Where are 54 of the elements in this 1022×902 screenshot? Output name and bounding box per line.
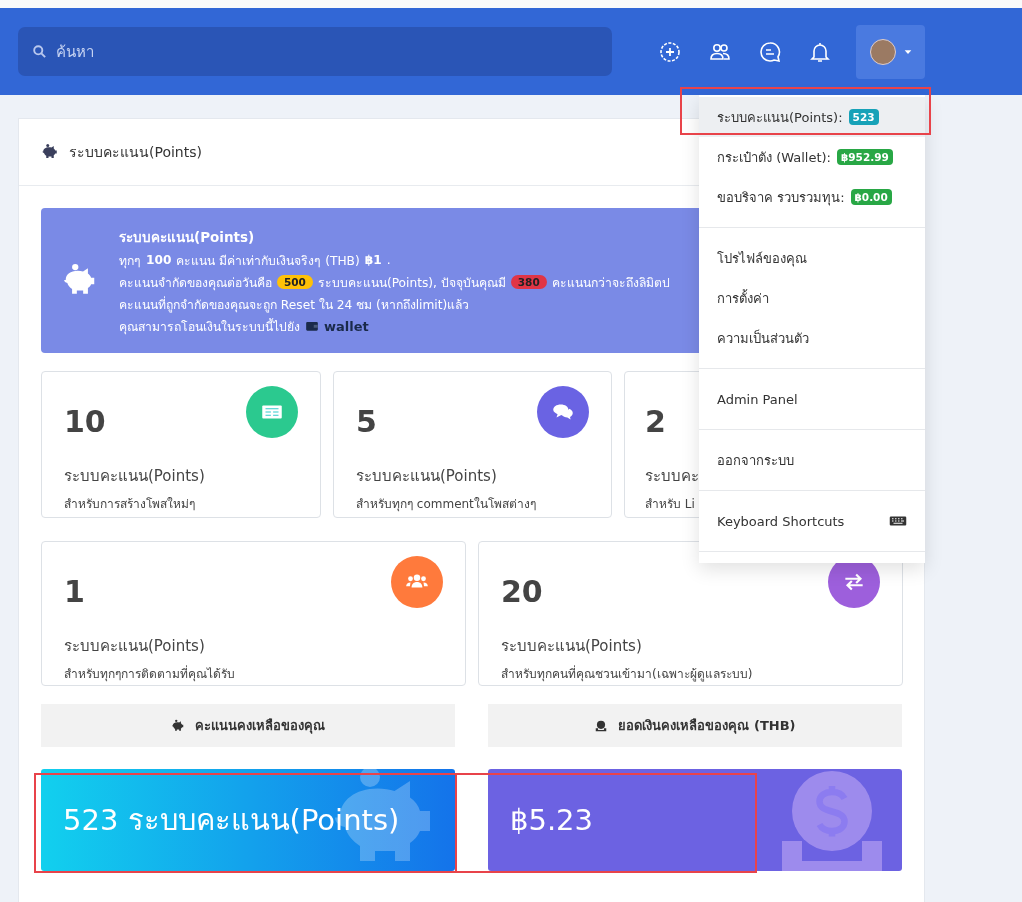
info-text: ระบบคะแนน(Points), ปัจจุบันคุณมี [317,274,506,292]
count-badge: 380 [510,275,547,289]
reward-caption: สำหรับทุกๆการติดตามที่คุณได้รับ [64,664,236,683]
menu-item[interactable]: ความเป็นส่วนตัว [699,318,925,358]
reward-label: ระบบคะ [645,466,700,487]
coin-icon [594,718,609,733]
search-icon [32,44,47,59]
reward-value: 20 [501,573,543,609]
info-text: คะแนนจำกัดของคุณต่อวันคือ [119,274,272,292]
balance-amount: ฿5.23 [510,803,594,837]
balance-heading: คะแนนคงเหลือของคุณ [195,717,325,736]
count-badge: 500 [277,275,313,289]
reward-value: 1 [64,573,85,609]
chat-icon [758,39,782,64]
piggy-bank-icon [41,143,59,161]
menu-item[interactable]: การตั้งค่า [699,278,925,318]
reward-caption: สำหรับ Li [645,496,696,513]
reward-caption: สำหรับการสร้างโพสใหม่ๆ [64,496,196,513]
reward-value: 2 [645,403,666,439]
info-title: ระบบคะแนน(Points) [119,227,256,247]
reward-label: ระบบคะแนน(Points) [64,636,206,657]
amount-badge: ฿0.00 [850,189,892,205]
info-text: คุณสามารถโอนเงินในระบบนี้ไปยัง [119,317,300,336]
reward-value: 5 [356,403,377,439]
reward-label: ระบบคะแนน(Points) [501,636,643,657]
avatar [869,38,896,65]
info-text: คะแนนที่ถูกจำกัดของคุณจะถูก Reset ใน 24 ชม (หากถึงlimit)แล้ว [119,295,471,314]
search-field[interactable]: ค้นหา [18,27,612,76]
piggy-bank-icon [171,718,185,733]
reward-label: ระบบคะแนน(Points) [64,466,206,487]
info-text: ทุกๆ 100 คะแนน มีค่าเท่ากับเงินจริงๆ (THB) ฿1. [119,252,392,270]
reward-caption: สำหรับทุกคนที่คุณชวนเข้ามา(เฉพาะผู้ดูแลระบบ) [501,664,754,683]
menu-item[interactable]: ระบบคะแนน(Points): 523 [699,97,925,137]
menu-item[interactable]: โปรไฟล์ของคุณ [699,238,925,278]
add-button[interactable] [658,39,682,64]
info-text: คะแนนกว่าจะถึงลิมิตป [551,274,670,292]
menu-item[interactable]: ออกจากระบบ [699,440,925,480]
wallet-link[interactable]: wallet [324,318,369,334]
caret-icon [903,47,912,56]
reward-label: ระบบคะแนน(Points) [356,466,498,487]
balance-amount: 523 ระบบคะแนน(Points) [63,802,400,839]
menu-item[interactable]: กระเป๋าตัง (Wallet): ฿952.99 [699,137,925,177]
menu-item[interactable]: ขอบริจาค รวบรวมทุน: ฿0.00 [699,177,925,217]
reward-value: 10 [64,403,106,439]
amount-badge: 523 [848,109,879,125]
chat-button[interactable] [758,39,782,64]
panel-title: ระบบคะแนน(Points) [69,143,202,162]
wallet-icon [305,319,319,333]
balance-heading: ยอดเงินคงเหลือของคุณ (THB) [618,717,796,736]
add-icon [658,39,682,64]
menu-item[interactable]: Admin Panel [699,379,925,419]
amount-badge: ฿952.99 [836,149,893,165]
menu-item[interactable]: Keyboard Shortcuts [699,501,925,541]
reward-caption: สำหรับทุกๆ commentในโพสต่างๆ [356,496,537,513]
